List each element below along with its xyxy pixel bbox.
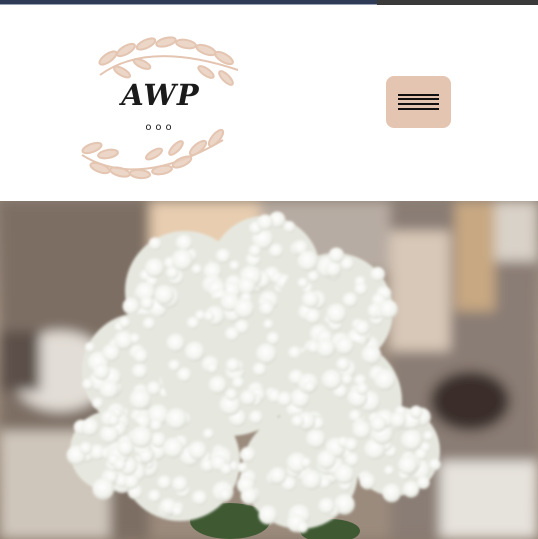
menu-button[interactable] bbox=[386, 76, 451, 128]
site-logo[interactable]: AWP ooo bbox=[78, 30, 248, 190]
logo-dots: ooo bbox=[145, 122, 176, 133]
hero-image bbox=[0, 201, 538, 539]
site-header: AWP ooo bbox=[0, 5, 538, 201]
logo-text: AWP bbox=[121, 78, 200, 112]
hydrangea-centerpiece-image bbox=[0, 201, 538, 539]
